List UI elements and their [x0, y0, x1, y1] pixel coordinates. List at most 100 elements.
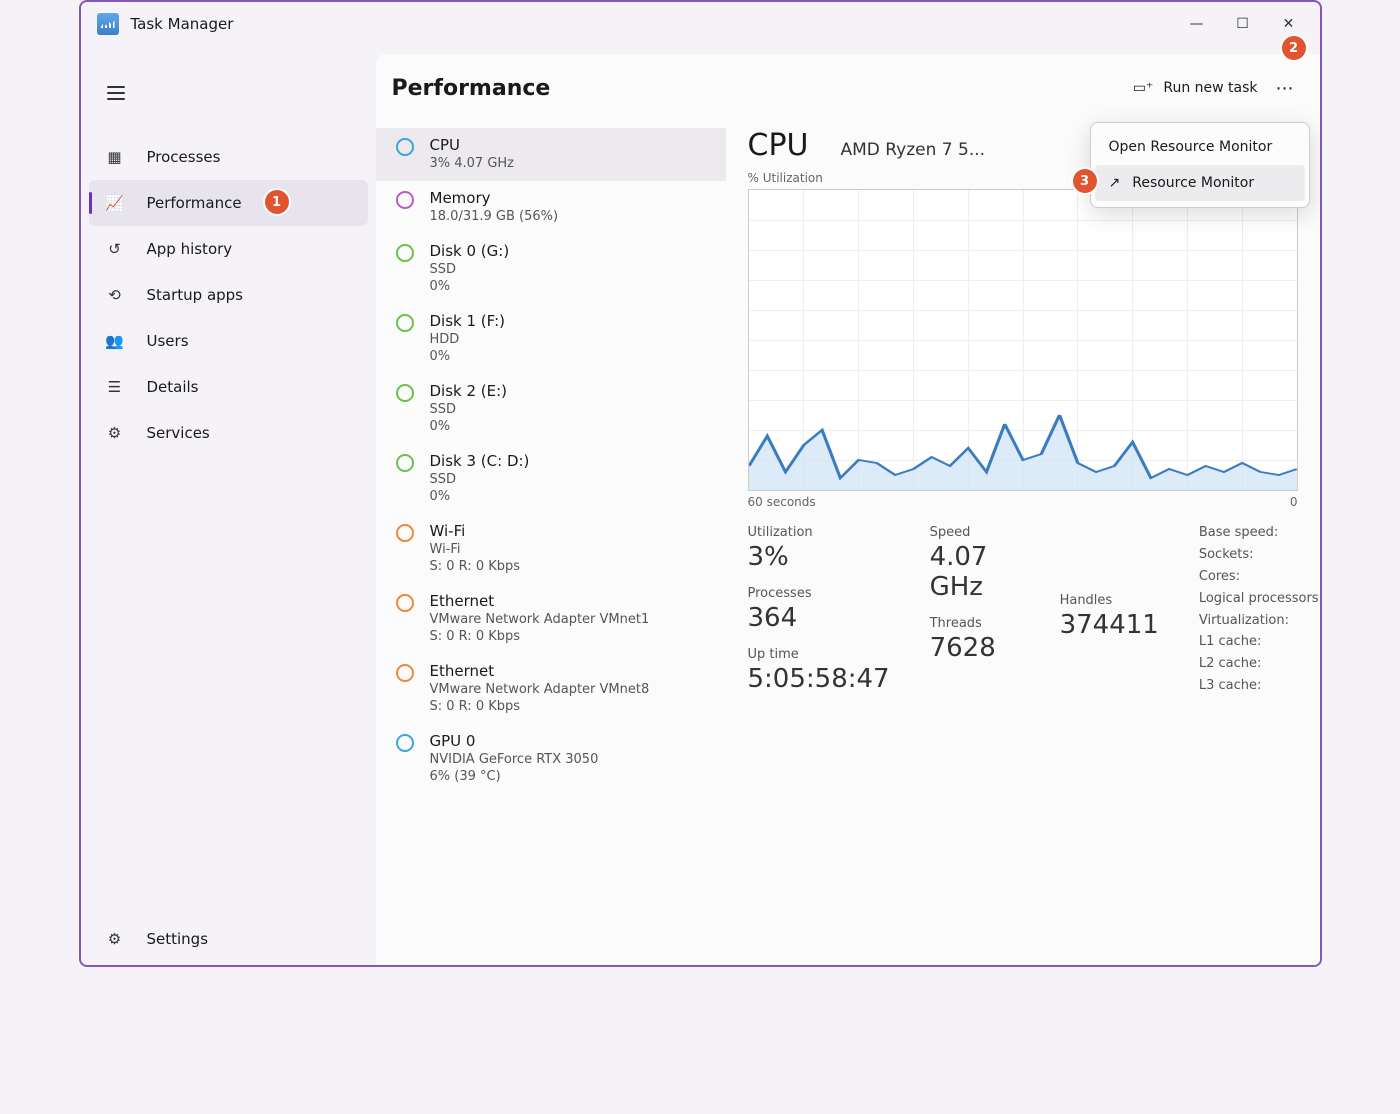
resource-subtitle2: 6% (39 °C) — [430, 769, 710, 784]
cpu-model: AMD Ryzen 7 5... — [841, 140, 986, 160]
stat-label: Processes — [748, 586, 890, 601]
resource-subtitle2: 0% — [430, 349, 710, 364]
resource-subtitle2: 0% — [430, 279, 710, 294]
spec-key: Virtualization: — [1199, 613, 1322, 629]
resource-subtitle: Wi-Fi — [430, 542, 710, 557]
resource-title: GPU 0 — [430, 732, 710, 750]
nav-services[interactable]: ⚙ Services — [81, 410, 376, 456]
callout-2: 2 — [1282, 36, 1306, 60]
resource-list[interactable]: CPU 3% 4.07 GHz Memory 18.0/31.9 GB (56%… — [376, 122, 726, 965]
resource-item[interactable]: Disk 2 (E:) SSD 0% — [376, 374, 726, 444]
resource-item[interactable]: CPU 3% 4.07 GHz — [376, 128, 726, 181]
spec-key: L3 cache: — [1199, 678, 1322, 694]
cpu-utilization-chart — [748, 189, 1298, 491]
run-new-task-button[interactable]: ▭⁺ Run new task — [1123, 70, 1268, 106]
resource-subtitle: 18.0/31.9 GB (56%) — [430, 209, 710, 224]
resource-subtitle2: S: 0 R: 0 Kbps — [430, 699, 710, 714]
nav-users[interactable]: 👥 Users — [81, 318, 376, 364]
menu-open-resource-monitor[interactable]: Open Resource Monitor — [1095, 129, 1305, 165]
resource-title: Disk 1 (F:) — [430, 312, 710, 330]
resource-subtitle2: 0% — [430, 419, 710, 434]
stat-label: Up time — [748, 647, 890, 662]
nav-details[interactable]: ☰ Details — [81, 364, 376, 410]
resource-ring-icon — [396, 454, 414, 472]
spec-key: L2 cache: — [1199, 656, 1322, 672]
menu-resource-monitor[interactable]: 3 ↗ Resource Monitor — [1095, 165, 1305, 201]
resource-ring-icon — [396, 138, 414, 156]
resource-ring-icon — [396, 191, 414, 209]
resource-item[interactable]: Memory 18.0/31.9 GB (56%) — [376, 181, 726, 234]
more-menu: Open Resource Monitor 3 ↗ Resource Monit… — [1090, 122, 1310, 208]
titlebar: Task Manager — ☐ ✕ — [81, 2, 1320, 46]
stat-label: Handles — [1060, 593, 1159, 608]
stat-value: 364 — [748, 603, 890, 633]
resource-title: Disk 2 (E:) — [430, 382, 710, 400]
share-icon: ↗ — [1109, 175, 1121, 191]
resource-subtitle: VMware Network Adapter VMnet8 — [430, 682, 710, 697]
resource-item[interactable]: Disk 0 (G:) SSD 0% — [376, 234, 726, 304]
stat-value: 374411 — [1060, 610, 1159, 640]
spec-key: Sockets: — [1199, 547, 1322, 563]
menu-label: Open Resource Monitor — [1109, 139, 1273, 155]
main-header: Performance ▭⁺ Run new task ⋯ — [376, 54, 1320, 122]
processes-icon: ▦ — [105, 147, 125, 167]
resource-subtitle2: 0% — [430, 489, 710, 504]
minimize-button[interactable]: — — [1174, 8, 1220, 40]
stat-label: Threads — [930, 616, 1020, 631]
sidebar: ▦ Processes 📈 Performance 1 ↺ App histor… — [81, 46, 376, 965]
stat-label: Utilization — [748, 525, 890, 540]
resource-ring-icon — [396, 734, 414, 752]
cpu-specs: Base speed:3.80 GHzSockets:1Cores:8Logic… — [1199, 525, 1322, 694]
more-button[interactable]: ⋯ — [1268, 70, 1304, 106]
gear-icon: ⚙ — [105, 929, 125, 949]
task-manager-window: Task Manager — ☐ ✕ ▦ Processes 📈 Perform… — [79, 0, 1322, 967]
resource-item[interactable]: Ethernet VMware Network Adapter VMnet8 S… — [376, 654, 726, 724]
stat-value: 3% — [748, 542, 890, 572]
performance-icon: 📈 — [105, 193, 125, 213]
nav-processes[interactable]: ▦ Processes — [81, 134, 376, 180]
cpu-detail: CPU AMD Ryzen 7 5... % Utilization 60 se… — [726, 122, 1320, 965]
resource-ring-icon — [396, 384, 414, 402]
callout-3: 3 — [1073, 169, 1097, 193]
page-title: Performance — [392, 76, 551, 101]
resource-subtitle: SSD — [430, 402, 710, 417]
nav-performance[interactable]: 📈 Performance 1 — [89, 180, 368, 226]
services-icon: ⚙ — [105, 423, 125, 443]
nav-label: Settings — [147, 930, 209, 948]
nav-label: Services — [147, 424, 210, 442]
close-button[interactable]: ✕ — [1266, 8, 1312, 40]
stat-value: 5:05:58:47 — [748, 664, 890, 694]
resource-ring-icon — [396, 664, 414, 682]
nav-startup-apps[interactable]: ⟲ Startup apps — [81, 272, 376, 318]
app-icon — [97, 13, 119, 35]
resource-title: CPU — [430, 136, 710, 154]
nav-label: App history — [147, 240, 233, 258]
resource-item[interactable]: Disk 1 (F:) HDD 0% — [376, 304, 726, 374]
resource-title: Ethernet — [430, 592, 710, 610]
nav-settings[interactable]: ⚙ Settings — [81, 913, 376, 965]
spec-key: Cores: — [1199, 569, 1322, 585]
x-axis-left: 60 seconds — [748, 495, 816, 509]
nav-label: Processes — [147, 148, 221, 166]
nav-label: Performance — [147, 194, 242, 212]
resource-item[interactable]: Wi-Fi Wi-Fi S: 0 R: 0 Kbps — [376, 514, 726, 584]
spec-key: Logical processors: — [1199, 591, 1322, 607]
resource-item[interactable]: Ethernet VMware Network Adapter VMnet1 S… — [376, 584, 726, 654]
run-task-icon: ▭⁺ — [1133, 80, 1154, 96]
maximize-button[interactable]: ☐ — [1220, 8, 1266, 40]
history-icon: ↺ — [105, 239, 125, 259]
app-title: Task Manager — [131, 15, 234, 33]
menu-label: Resource Monitor — [1132, 175, 1254, 191]
details-icon: ☰ — [105, 377, 125, 397]
resource-subtitle2: S: 0 R: 0 Kbps — [430, 629, 710, 644]
resource-item[interactable]: GPU 0 NVIDIA GeForce RTX 3050 6% (39 °C) — [376, 724, 726, 794]
nav-app-history[interactable]: ↺ App history — [81, 226, 376, 272]
resource-ring-icon — [396, 594, 414, 612]
resource-subtitle2: S: 0 R: 0 Kbps — [430, 559, 710, 574]
resource-item[interactable]: Disk 3 (C: D:) SSD 0% — [376, 444, 726, 514]
resource-subtitle: SSD — [430, 472, 710, 487]
hamburger-button[interactable] — [101, 76, 141, 110]
resource-subtitle: NVIDIA GeForce RTX 3050 — [430, 752, 710, 767]
resource-ring-icon — [396, 314, 414, 332]
stat-value: 4.07 GHz — [930, 542, 1020, 602]
